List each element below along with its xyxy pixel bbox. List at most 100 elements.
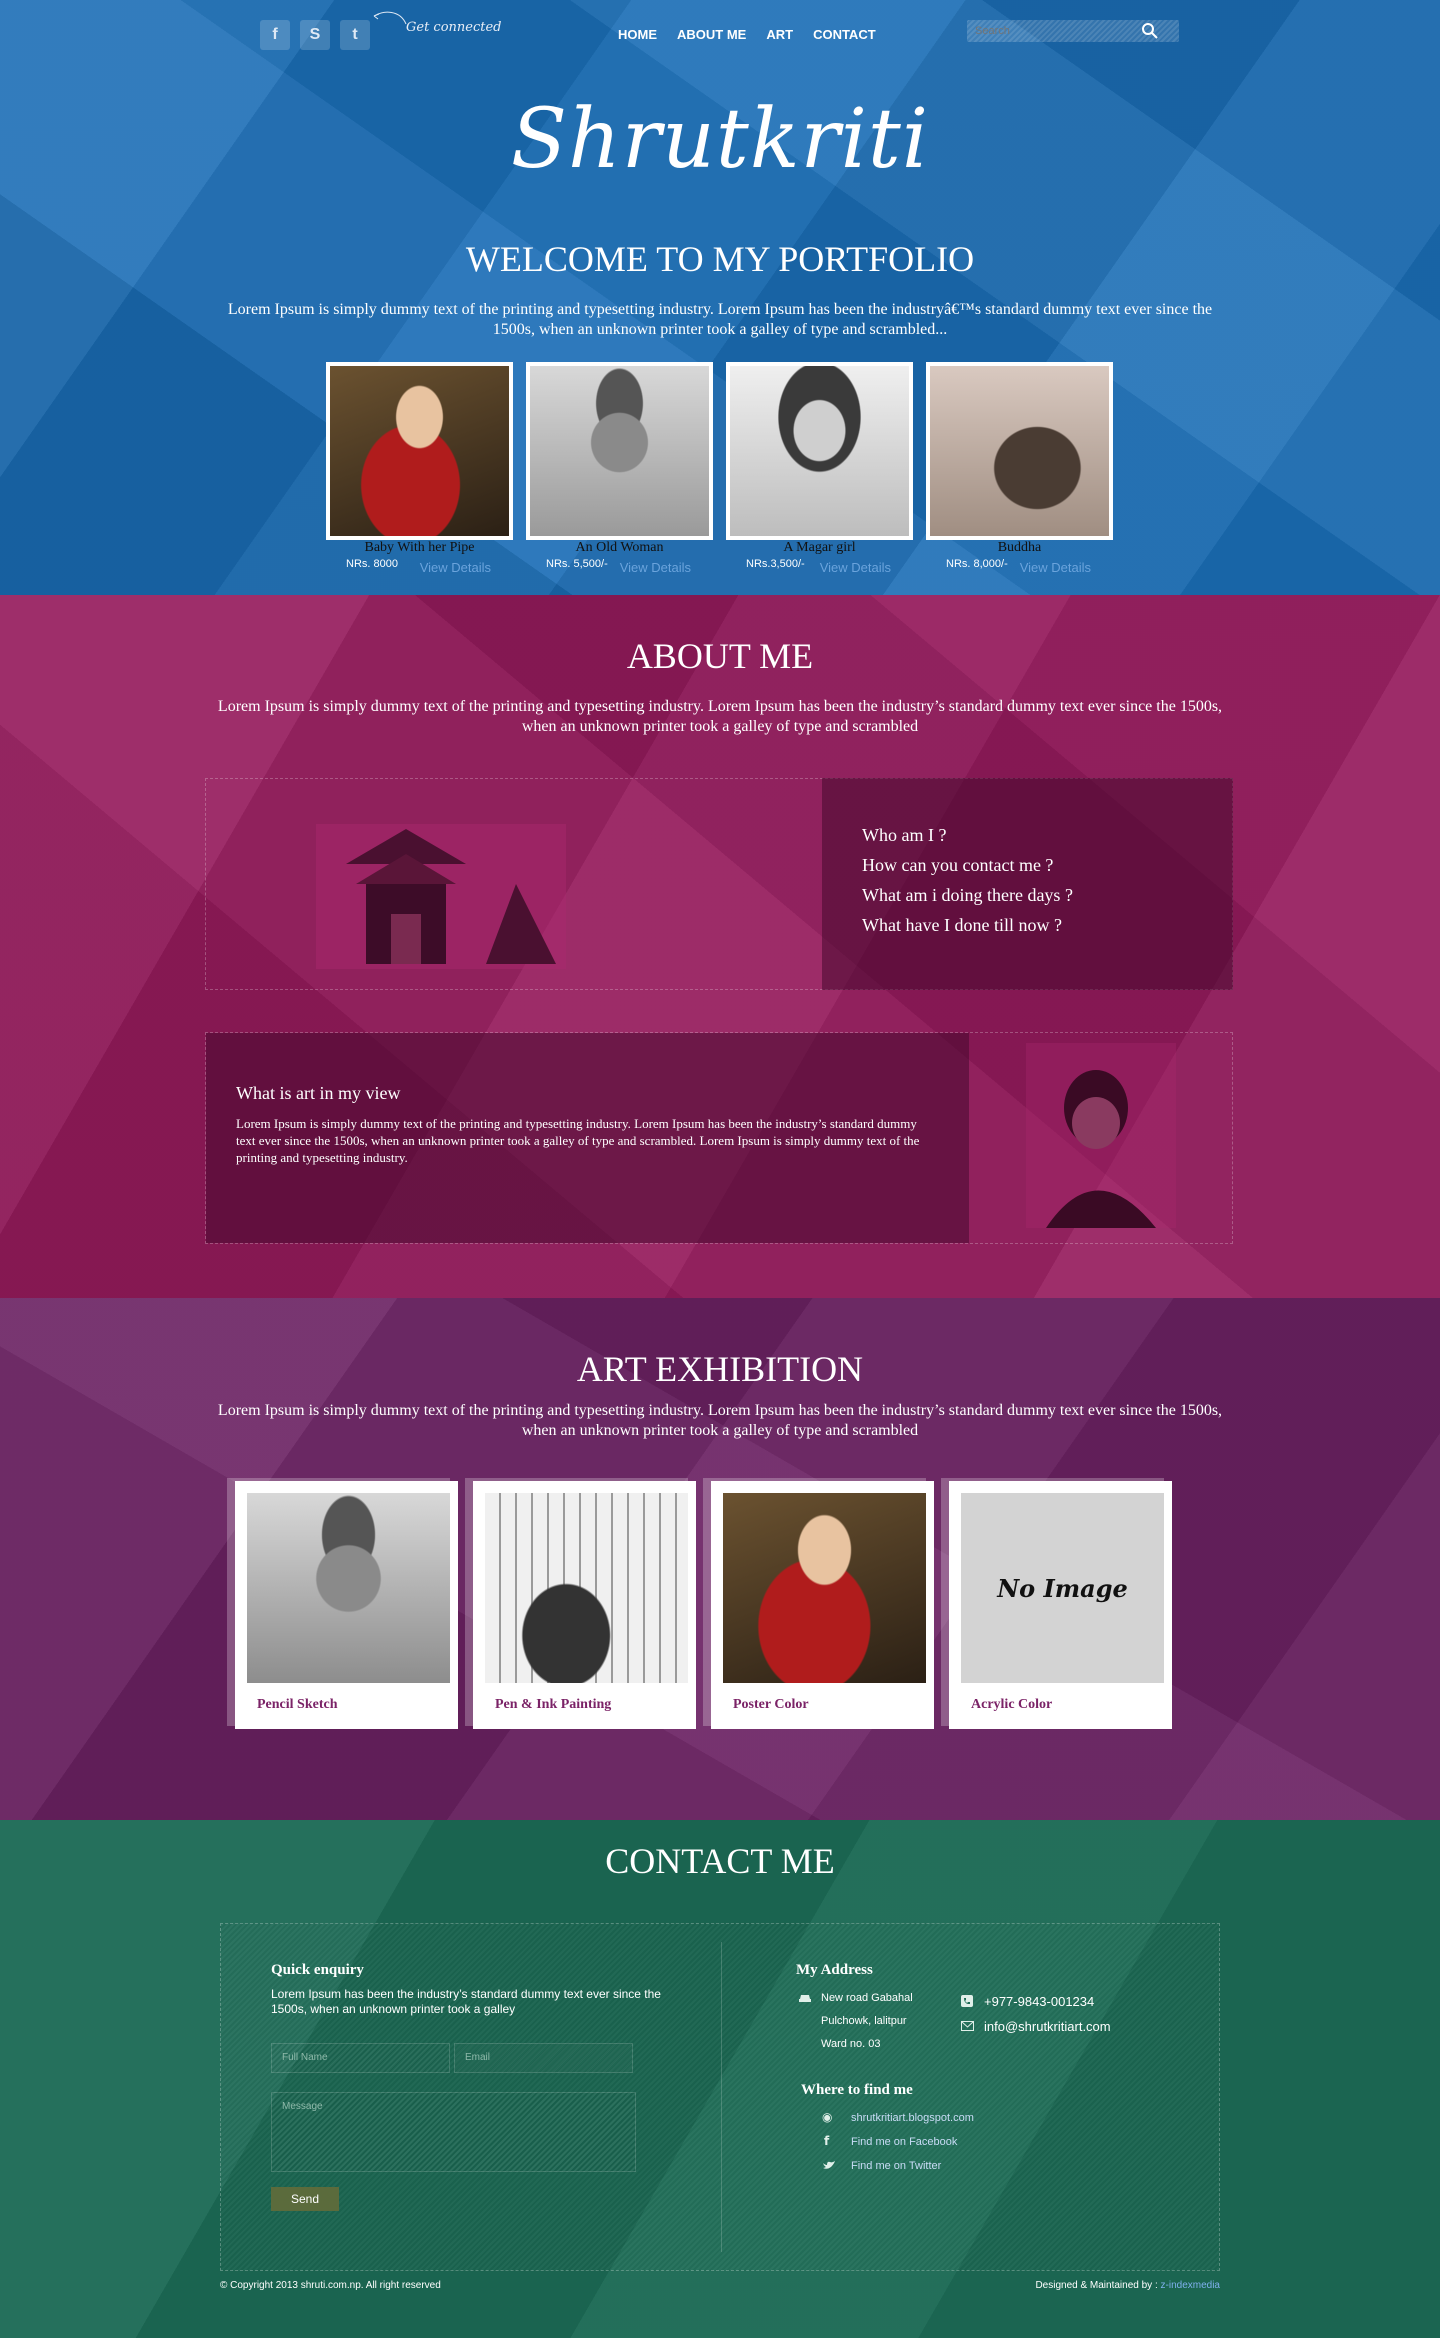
category-image [247, 1493, 450, 1683]
artwork-title: A Magar girl [783, 540, 856, 555]
enquiry-text: Lorem Ipsum has been the industry’s stan… [271, 1987, 661, 2016]
enquiry-heading: Quick enquiry [271, 1962, 364, 1978]
phone-icon [961, 1995, 973, 2007]
question-link[interactable]: Who am I ? [862, 820, 1073, 850]
hero-section: f S t Get connected HOME ABOUT ME ART CO… [0, 0, 1440, 595]
designer-link[interactable]: z-indexmedia [1161, 2280, 1220, 2291]
facebook-icon[interactable]: f [260, 20, 290, 50]
art-view-text: Lorem Ipsum is simply dummy text of the … [236, 1116, 920, 1165]
mail-icon [961, 2021, 974, 2031]
exhibition-heading: ART EXHIBITION [576, 1349, 864, 1389]
designed-by-label: Designed & Maintained by : [1035, 2280, 1161, 2291]
search-input[interactable] [967, 20, 1147, 42]
column-divider [721, 1942, 722, 2252]
twitter-link[interactable]: Find me on Twitter [851, 2160, 941, 2172]
temple-sketch-image [316, 824, 566, 969]
artwork-image[interactable] [930, 366, 1109, 536]
skype-icon[interactable]: S [300, 20, 330, 50]
about-section: ABOUT ME Lorem Ipsum is simply dummy tex… [0, 595, 1440, 1298]
category-label[interactable]: Pen & Ink Painting [495, 1697, 611, 1713]
category-card[interactable]: Poster Color [711, 1481, 934, 1729]
artwork-price: NRs. 5,500/- [546, 558, 608, 570]
welcome-heading: WELCOME TO MY PORTFOLIO [465, 239, 975, 279]
designed-by: Designed & Maintained by : z-indexmedia [1035, 2280, 1220, 2291]
email-address[interactable]: info@shrutkritiart.com [984, 2019, 1111, 2034]
send-button[interactable]: Send [271, 2187, 339, 2211]
artwork-image[interactable] [330, 366, 509, 536]
artwork-title: Baby With her Pipe [364, 540, 475, 555]
featured-artworks: Baby With her Pipe NRs. 8000 View Detail… [326, 362, 1113, 575]
main-nav: HOME ABOUT ME ART CONTACT [618, 27, 876, 42]
artwork-item[interactable]: Baby With her Pipe NRs. 8000 View Detail… [326, 362, 513, 575]
artwork-title: An Old Woman [575, 540, 664, 555]
category-card[interactable]: Pen & Ink Painting [473, 1481, 696, 1729]
art-view-panel: What is art in my view Lorem Ipsum is si… [206, 1033, 969, 1243]
copyright-text: © Copyright 2013 shruti.com.np. All righ… [220, 2280, 441, 2291]
question-link[interactable]: What am i doing there days ? [862, 880, 1073, 910]
artwork-frame [926, 362, 1113, 540]
no-image-placeholder: No Image [961, 1493, 1164, 1683]
view-details-link[interactable]: View Details [420, 560, 491, 575]
category-card[interactable]: Pencil Sketch [235, 1481, 458, 1729]
address-line: Ward no. 03 [821, 2038, 881, 2050]
car-icon [799, 1995, 811, 2002]
exhibition-section: ART EXHIBITION Lorem Ipsum is simply dum… [0, 1298, 1440, 1820]
hero-intro: Lorem Ipsum is simply dummy text of the … [227, 301, 1213, 338]
nav-about-me[interactable]: ABOUT ME [677, 27, 746, 42]
social-links: f S t [260, 20, 370, 50]
email-field[interactable]: Email [454, 2043, 633, 2073]
message-field[interactable]: Message [271, 2092, 636, 2172]
site-logo[interactable]: Shrutkriti [0, 92, 1440, 187]
artwork-frame [526, 362, 713, 540]
category-label[interactable]: Poster Color [733, 1697, 809, 1713]
exhibition-intro: Lorem Ipsum is simply dummy text of the … [217, 1402, 1223, 1439]
nav-contact[interactable]: CONTACT [813, 27, 876, 42]
artwork-price: NRs.3,500/- [746, 558, 805, 570]
artwork-price: NRs. 8000 [346, 558, 398, 570]
category-label[interactable]: Acrylic Color [971, 1697, 1052, 1713]
search-box [967, 20, 1179, 42]
child-portrait-sketch [1026, 1043, 1176, 1228]
search-icon[interactable] [1141, 22, 1159, 40]
category-image [723, 1493, 926, 1683]
category-image [485, 1493, 688, 1683]
curved-arrow-icon [373, 11, 407, 25]
view-details-link[interactable]: View Details [1020, 560, 1091, 575]
category-label[interactable]: Pencil Sketch [257, 1697, 338, 1713]
artwork-image[interactable] [730, 366, 909, 536]
contact-panel: Quick enquiry Lorem Ipsum has been the i… [220, 1923, 1220, 2271]
category-cards: Pencil Sketch Pen & Ink Painting Poster … [235, 1481, 1172, 1729]
facebook-icon: f [824, 2134, 830, 2148]
artwork-title: Buddha [997, 540, 1042, 555]
about-heading: ABOUT ME [626, 636, 814, 676]
twitter-icon[interactable]: t [340, 20, 370, 50]
nav-home[interactable]: HOME [618, 27, 657, 42]
view-details-link[interactable]: View Details [620, 560, 691, 575]
artwork-frame [726, 362, 913, 540]
phone-number[interactable]: +977-9843-001234 [984, 1994, 1094, 2009]
address-line: New road Gabahal [821, 1992, 913, 2004]
about-questions-panel: Who am I ? How can you contact me ? What… [822, 778, 1233, 990]
facebook-link[interactable]: Find me on Facebook [851, 2136, 957, 2148]
contact-section: CONTACT ME Quick enquiry Lorem Ipsum has… [0, 1820, 1440, 2338]
twitter-icon [823, 2161, 835, 2169]
artwork-item[interactable]: An Old Woman NRs. 5,500/- View Details [526, 362, 713, 575]
view-details-link[interactable]: View Details [820, 560, 891, 575]
full-name-field[interactable]: Full Name [271, 2043, 450, 2073]
artwork-item[interactable]: A Magar girl NRs.3,500/- View Details [726, 362, 913, 575]
artwork-frame [326, 362, 513, 540]
get-connected-label: Get connected [406, 20, 502, 35]
category-card[interactable]: No Image Acrylic Color [949, 1481, 1172, 1729]
address-heading: My Address [796, 1962, 873, 1978]
question-link[interactable]: What have I done till now ? [862, 910, 1073, 940]
nav-art[interactable]: ART [766, 27, 793, 42]
contact-heading: CONTACT ME [605, 1841, 835, 1881]
artwork-image[interactable] [530, 366, 709, 536]
question-link[interactable]: How can you contact me ? [862, 850, 1073, 880]
art-view-title: What is art in my view [236, 1083, 401, 1103]
artwork-item[interactable]: Buddha NRs. 8,000/- View Details [926, 362, 1113, 575]
blog-link[interactable]: shrutkritiart.blogspot.com [851, 2112, 974, 2124]
about-intro: Lorem Ipsum is simply dummy text of the … [217, 698, 1223, 735]
blogger-icon: ◉ [822, 2110, 833, 2124]
find-heading: Where to find me [801, 2082, 913, 2098]
